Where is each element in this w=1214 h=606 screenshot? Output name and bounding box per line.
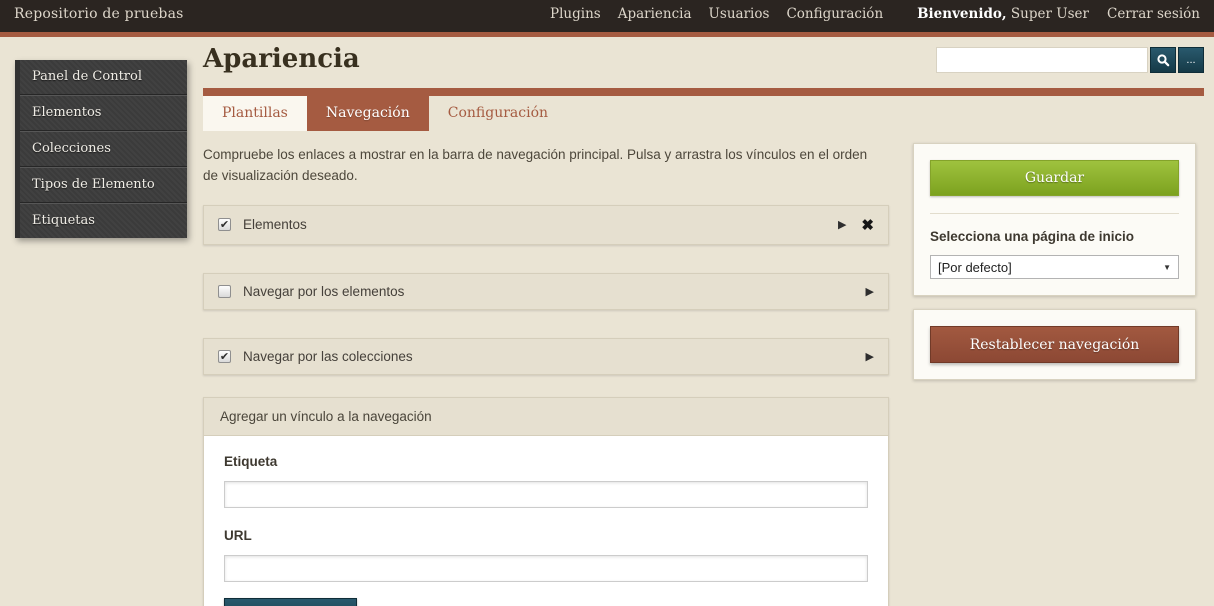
navigation-settings: Compruebe los enlaces a mostrar en la ba… <box>203 143 889 606</box>
sidebar-item-etiquetas[interactable]: Etiquetas <box>20 203 187 238</box>
sidebar-item-colecciones[interactable]: Colecciones <box>20 131 187 167</box>
add-link-button[interactable]: Añade un enlace <box>224 598 357 606</box>
search-form: ... <box>936 47 1204 73</box>
nav-link-row-navegar-elementos[interactable]: Navegar por los elementos ▶ <box>203 273 889 310</box>
sidebar: Panel de Control Elementos Colecciones T… <box>15 60 187 238</box>
navigation-description: Compruebe los enlaces a mostrar en la ba… <box>203 145 875 187</box>
homepage-label: Selecciona una página de inicio <box>930 229 1179 244</box>
expand-arrow-icon[interactable]: ▶ <box>866 285 874 298</box>
url-label: URL <box>224 528 868 543</box>
tab-configuracion[interactable]: Configuración <box>429 96 567 131</box>
site-title-link[interactable]: Repositorio de pruebas <box>14 6 184 22</box>
expand-arrow-icon[interactable]: ▶ <box>838 218 846 231</box>
card-divider <box>930 213 1179 214</box>
save-card: Guardar Selecciona una página de inicio … <box>913 143 1196 296</box>
sidebar-item-elementos[interactable]: Elementos <box>20 95 187 131</box>
url-field[interactable] <box>224 555 868 582</box>
omeka-admin-screen: Repositorio de pruebas Plugins Aparienci… <box>0 0 1214 606</box>
homepage-select[interactable]: [Por defecto] ▼ <box>930 255 1179 279</box>
logout-link[interactable]: Cerrar sesión <box>1107 6 1200 22</box>
side-panels: Guardar Selecciona una página de inicio … <box>913 143 1196 606</box>
nav-item-apariencia[interactable]: Apariencia <box>618 6 692 22</box>
nav-item-configuracion[interactable]: Configuración <box>786 6 883 22</box>
search-icon <box>1156 53 1170 67</box>
tab-navegacion[interactable]: Navegación <box>307 96 429 131</box>
checkbox-elementos[interactable]: ✔ <box>218 218 231 231</box>
etiqueta-label: Etiqueta <box>224 454 868 469</box>
homepage-selected-value: [Por defecto] <box>938 260 1012 275</box>
advanced-search-button[interactable]: ... <box>1178 47 1204 73</box>
search-button[interactable] <box>1150 47 1176 73</box>
chevron-down-icon: ▼ <box>1163 263 1171 272</box>
topbar-nav: Plugins Apariencia Usuarios Configuració… <box>550 6 883 22</box>
main-content: Apariencia ... Plantillas Navegación Co <box>203 36 1204 606</box>
nav-link-label: Elementos <box>243 217 838 232</box>
reset-card: Restablecer navegación <box>913 309 1196 380</box>
topbar: Repositorio de pruebas Plugins Aparienci… <box>0 0 1214 37</box>
checkbox-navegar-colecciones[interactable]: ✔ <box>218 350 231 363</box>
save-button[interactable]: Guardar <box>930 160 1179 196</box>
nav-item-plugins[interactable]: Plugins <box>550 6 601 22</box>
delete-icon[interactable]: ✖ <box>861 216 874 234</box>
tab-bar: Plantillas Navegación Configuración <box>203 96 1204 131</box>
search-input[interactable] <box>936 47 1148 73</box>
expand-arrow-icon[interactable]: ▶ <box>866 350 874 363</box>
welcome-word: Bienvenido, <box>917 6 1006 22</box>
nav-link-label: Navegar por los elementos <box>243 284 866 299</box>
add-link-panel-body: Etiqueta URL Añade un enlace <box>204 436 888 606</box>
tab-plantillas[interactable]: Plantillas <box>203 96 307 131</box>
nav-link-row-navegar-colecciones[interactable]: ✔ Navegar por las colecciones ▶ <box>203 338 889 375</box>
nav-link-row-elementos[interactable]: ✔ Elementos ▶ ✖ <box>203 205 889 245</box>
page-header: Apariencia ... <box>203 36 1204 88</box>
add-link-panel: Agregar un vínculo a la navegación Etiqu… <box>203 397 889 606</box>
add-link-panel-title: Agregar un vínculo a la navegación <box>204 398 888 436</box>
checkbox-navegar-elementos[interactable] <box>218 285 231 298</box>
etiqueta-field[interactable] <box>224 481 868 508</box>
tabstrip-accent-bar <box>203 88 1204 96</box>
topbar-right: Plugins Apariencia Usuarios Configuració… <box>550 6 1200 22</box>
sidebar-item-panel-de-control[interactable]: Panel de Control <box>20 60 187 95</box>
page-title: Apariencia <box>203 44 360 74</box>
sidebar-item-tipos-de-elemento[interactable]: Tipos de Elemento <box>20 167 187 203</box>
user-link[interactable]: Super User <box>1011 6 1089 22</box>
nav-item-usuarios[interactable]: Usuarios <box>709 6 770 22</box>
nav-link-label: Navegar por las colecciones <box>243 349 866 364</box>
reset-navigation-button[interactable]: Restablecer navegación <box>930 326 1179 363</box>
welcome-text: Bienvenido, Super User <box>917 6 1089 22</box>
content-columns: Compruebe los enlaces a mostrar en la ba… <box>203 143 1204 606</box>
